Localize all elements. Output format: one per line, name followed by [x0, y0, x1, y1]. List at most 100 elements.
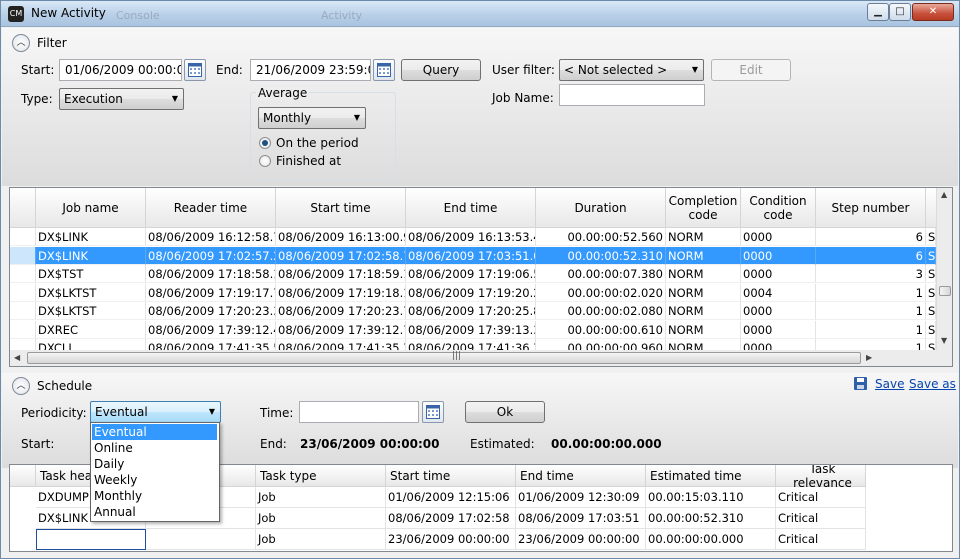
start-label: Start:: [21, 63, 55, 77]
type-value: Execution: [64, 92, 123, 106]
task-column-header[interactable]: Task type: [256, 465, 386, 487]
row-selector[interactable]: [10, 228, 36, 246]
column-header[interactable]: Job name: [36, 188, 146, 228]
maximize-button[interactable]: □: [889, 3, 911, 21]
task-head-cell[interactable]: [36, 529, 146, 550]
task-cell: Critical: [776, 529, 866, 550]
periodicity-option[interactable]: Weekly: [92, 472, 217, 488]
periodicity-option[interactable]: Daily: [92, 456, 217, 472]
calendar-icon: [377, 63, 391, 77]
scroll-right-icon[interactable]: ▶: [866, 353, 872, 362]
task-column-header[interactable]: Start time: [386, 465, 516, 487]
finished-at-radio[interactable]: [259, 155, 271, 167]
table-cell: S: [926, 265, 936, 283]
minimize-icon: ▁: [874, 6, 882, 17]
column-header[interactable]: Start time: [276, 188, 406, 228]
task-column-header[interactable]: Estimated time: [646, 465, 776, 487]
table-cell: 3: [816, 265, 926, 283]
grid-corner: [10, 188, 36, 228]
type-select[interactable]: Execution ▼: [59, 88, 184, 110]
column-header[interactable]: Step number: [816, 188, 926, 228]
table-cell: 6: [816, 228, 926, 246]
row-selector[interactable]: [10, 246, 36, 265]
periodicity-option[interactable]: Eventual: [92, 424, 217, 440]
table-cell: DX$LKTST: [36, 302, 146, 320]
save-as-link[interactable]: Save as: [909, 377, 956, 391]
save-icon[interactable]: [854, 377, 867, 390]
job-name-input[interactable]: [559, 84, 705, 106]
filter-collapse-button[interactable]: ︿: [12, 34, 30, 52]
start-calendar-button[interactable]: [184, 59, 206, 81]
minimize-button[interactable]: ▁: [867, 3, 889, 21]
average-label: Average: [256, 86, 310, 100]
periodicity-option[interactable]: Annual: [92, 504, 217, 520]
row-selector[interactable]: [10, 283, 36, 302]
time-input[interactable]: [299, 401, 419, 423]
periodicity-option[interactable]: Online: [92, 440, 217, 456]
user-filter-select[interactable]: < Not selected > ▼: [559, 59, 704, 81]
chevron-down-icon: ▼: [208, 407, 215, 416]
table-cell: 0004: [741, 283, 816, 302]
new-activity-window: CM New Activity Console Activity ▁ □ ✕ ︿…: [0, 0, 960, 559]
end-date-input[interactable]: 21/06/2009 23:59:00: [250, 59, 371, 81]
table-cell: 1: [816, 283, 926, 302]
title-bar[interactable]: CM New Activity Console Activity ▁ □ ✕: [1, 1, 959, 27]
results-horizontal-scrollbar[interactable]: ◀ ||| ▶: [10, 350, 952, 366]
table-cell: S: [926, 228, 936, 246]
row-selector[interactable]: [10, 302, 36, 320]
on-the-period-radio[interactable]: [259, 137, 271, 149]
task-cell: [146, 529, 256, 550]
schedule-start-label: Start:: [21, 437, 55, 451]
periodicity-select[interactable]: Eventual ▼: [90, 401, 221, 423]
ok-button[interactable]: Ok: [465, 401, 545, 423]
task-cell: 00.00:00:00.000: [646, 529, 776, 550]
calendar-icon: [188, 63, 202, 77]
estimated-value: 00.00:00:00.000: [551, 437, 662, 451]
close-button[interactable]: ✕: [912, 3, 954, 21]
column-header[interactable]: End time: [406, 188, 536, 228]
table-cell: 00.00:00:02.080: [536, 302, 666, 320]
end-calendar-button[interactable]: [373, 59, 395, 81]
task-column-header[interactable]: Task relevance: [776, 465, 866, 490]
table-cell: S: [926, 320, 936, 339]
row-selector[interactable]: [10, 265, 36, 283]
scroll-down-icon[interactable]: ▼: [941, 336, 947, 345]
start-date-input[interactable]: 01/06/2009 00:00:00: [59, 59, 182, 81]
maximize-icon: □: [895, 6, 905, 17]
column-header[interactable]: Reader time: [146, 188, 276, 228]
task-cell: Job: [256, 487, 386, 508]
save-link[interactable]: Save: [875, 377, 904, 391]
table-cell: DX$LINK: [36, 246, 146, 265]
scroll-left-icon[interactable]: ◀: [14, 353, 20, 362]
row-selector[interactable]: [10, 320, 36, 339]
table-cell: 08/06/2009 17:20:23.38: [146, 302, 276, 320]
table-cell: 08/06/2009 16:12:58.79: [146, 228, 276, 246]
chevron-up-icon: ︿: [16, 381, 26, 391]
table-cell: NORM: [666, 228, 741, 246]
close-icon: ✕: [928, 6, 938, 17]
column-header[interactable]: Completion code: [666, 188, 741, 228]
table-cell: 1: [816, 320, 926, 339]
column-header[interactable]: Condition code: [741, 188, 816, 228]
results-grid[interactable]: Job name Reader time Start time End time Dur…: [9, 187, 953, 367]
chevron-down-icon: ▼: [353, 113, 360, 122]
vertical-scroll-thumb[interactable]: [939, 286, 951, 296]
task-column-header[interactable]: End time: [516, 465, 646, 487]
average-select[interactable]: Monthly ▼: [258, 107, 366, 129]
scroll-up-icon[interactable]: ▲: [941, 190, 947, 199]
table-cell: 08/06/2009 17:39:12.40: [146, 320, 276, 339]
query-button[interactable]: Query: [401, 59, 481, 81]
horizontal-scroll-thumb[interactable]: |||: [27, 351, 861, 364]
schedule-section-label: Schedule: [37, 379, 93, 393]
edit-button[interactable]: Edit: [711, 59, 791, 81]
app-icon: CM: [8, 6, 24, 22]
schedule-collapse-button[interactable]: ︿: [12, 377, 30, 395]
user-filter-value: < Not selected >: [564, 63, 668, 77]
periodicity-option[interactable]: Monthly: [92, 488, 217, 504]
column-header[interactable]: Duration: [536, 188, 666, 228]
task-cell: 08/06/2009 17:03:51: [516, 508, 646, 529]
tasks-grid-corner: [10, 465, 36, 487]
time-label: Time:: [260, 406, 294, 420]
time-calendar-button[interactable]: [422, 401, 444, 423]
results-vertical-scrollbar[interactable]: ▲ ▼: [936, 188, 952, 350]
